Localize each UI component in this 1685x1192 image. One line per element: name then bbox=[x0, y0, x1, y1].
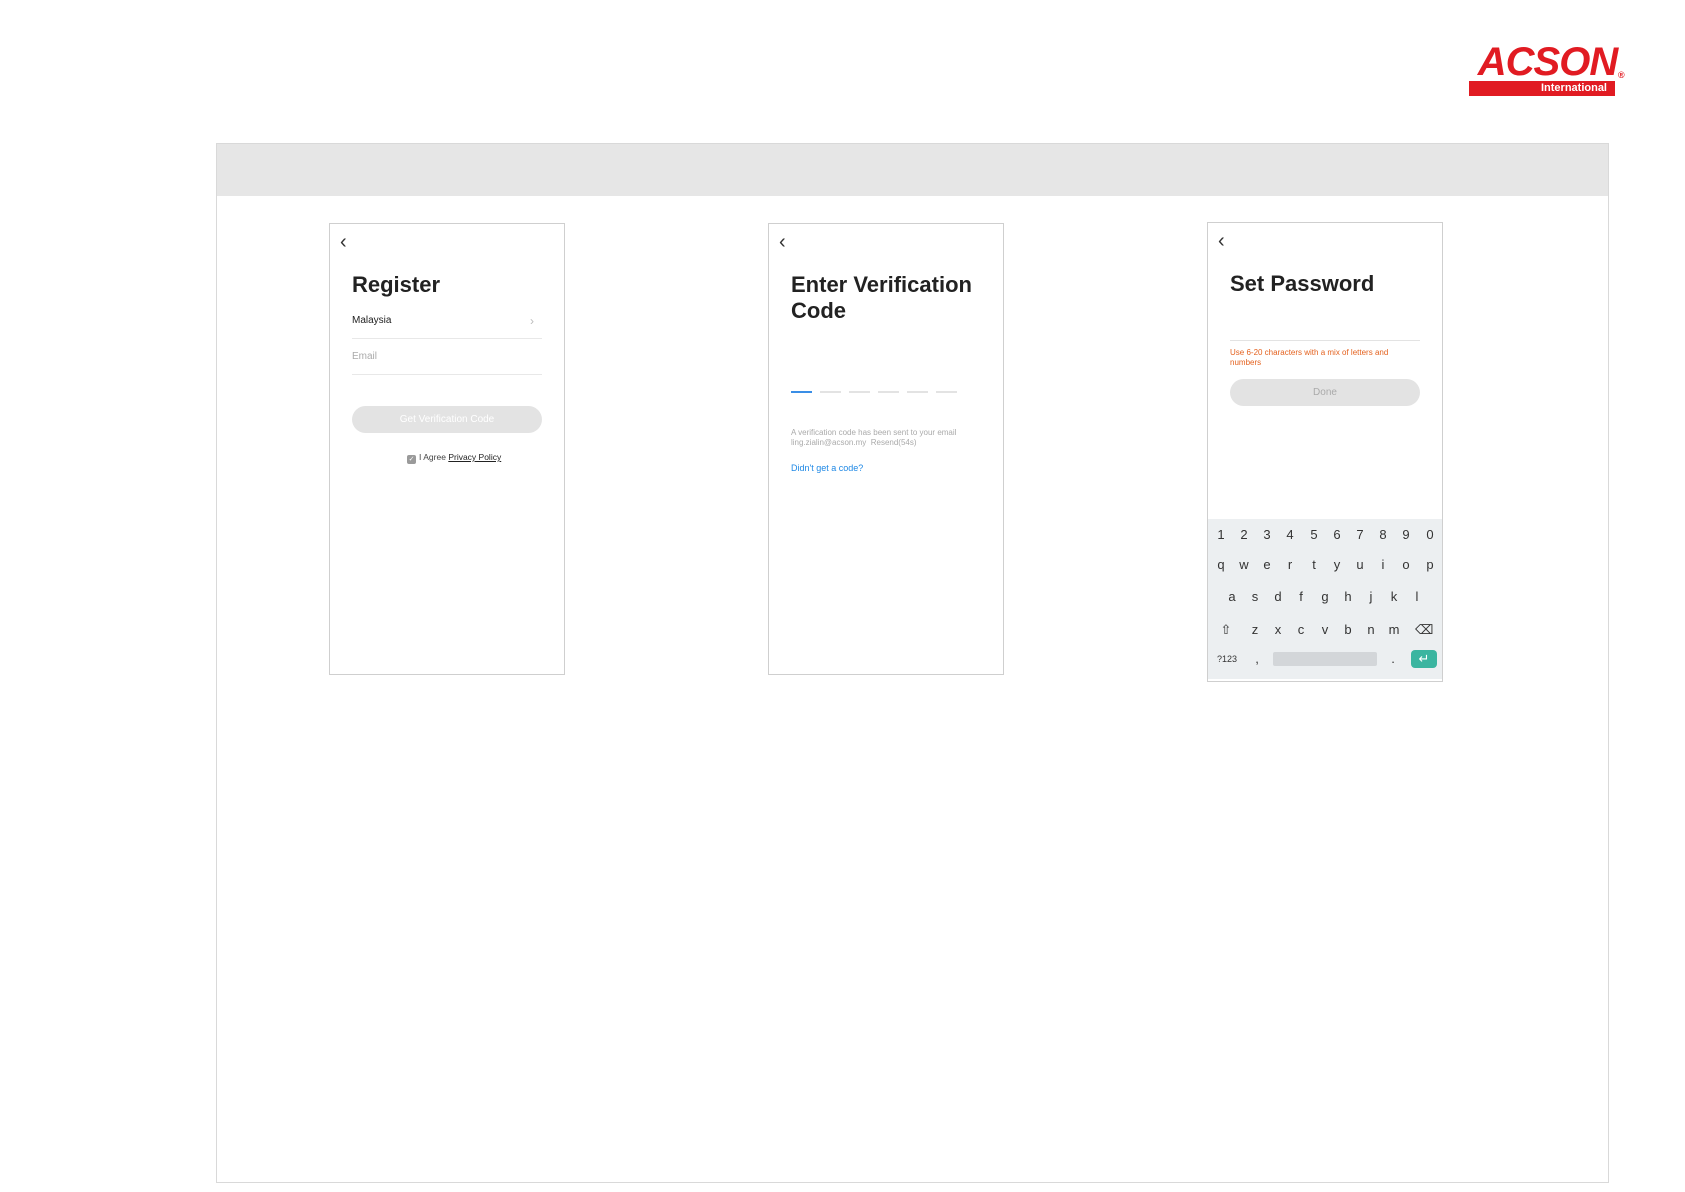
slide-frame: ‹ Register Malaysia › Email Get Verifica… bbox=[216, 143, 1609, 1183]
verification-email: ling.zialin@acson.my bbox=[791, 438, 867, 447]
country-selector[interactable]: Malaysia › bbox=[352, 304, 542, 339]
key[interactable]: e bbox=[1258, 553, 1276, 577]
key[interactable]: c bbox=[1292, 618, 1310, 642]
key[interactable]: 7 bbox=[1351, 523, 1369, 547]
keyboard-row-zxcv: ⇧ z x c v b n m ⌫ bbox=[1208, 618, 1442, 642]
agree-row: ✓ I Agree Privacy Policy bbox=[407, 452, 501, 464]
resend-countdown[interactable]: Resend(54s) bbox=[871, 438, 917, 447]
backspace-icon[interactable]: ⌫ bbox=[1415, 618, 1433, 642]
logo-registered-mark: ® bbox=[1618, 70, 1625, 80]
key[interactable]: p bbox=[1421, 553, 1439, 577]
code-slot bbox=[791, 391, 812, 393]
password-hint: Use 6-20 characters with a mix of letter… bbox=[1230, 348, 1389, 367]
chevron-left-icon[interactable]: ‹ bbox=[779, 232, 799, 252]
key[interactable]: , bbox=[1248, 647, 1266, 671]
frame-header-bar bbox=[217, 144, 1608, 196]
key[interactable]: u bbox=[1351, 553, 1369, 577]
key[interactable]: t bbox=[1305, 553, 1323, 577]
key[interactable]: 5 bbox=[1305, 523, 1323, 547]
key[interactable]: 3 bbox=[1258, 523, 1276, 547]
key[interactable]: 0 bbox=[1421, 523, 1439, 547]
key[interactable]: r bbox=[1281, 553, 1299, 577]
chevron-right-icon: › bbox=[530, 314, 534, 328]
key[interactable]: g bbox=[1316, 585, 1334, 609]
key[interactable]: 4 bbox=[1281, 523, 1299, 547]
chevron-left-icon[interactable]: ‹ bbox=[1218, 231, 1238, 251]
register-screen: ‹ Register Malaysia › Email Get Verifica… bbox=[329, 223, 565, 675]
verification-screen: ‹ Enter Verification Code A verification… bbox=[768, 223, 1004, 675]
shift-icon[interactable]: ⇧ bbox=[1217, 618, 1235, 642]
key[interactable]: l bbox=[1408, 585, 1426, 609]
key[interactable]: 2 bbox=[1235, 523, 1253, 547]
verification-info: A verification code has been sent to you… bbox=[791, 428, 991, 448]
key[interactable]: a bbox=[1223, 585, 1241, 609]
key[interactable]: 1 bbox=[1212, 523, 1230, 547]
enter-key-icon[interactable]: ↵ bbox=[1411, 650, 1437, 668]
key[interactable]: 8 bbox=[1374, 523, 1392, 547]
set-password-screen: ‹ Set Password Use 6-20 characters with … bbox=[1207, 222, 1443, 682]
key[interactable]: m bbox=[1385, 618, 1403, 642]
chevron-left-icon[interactable]: ‹ bbox=[340, 232, 360, 252]
acson-logo: ACSON International ® bbox=[1468, 40, 1627, 98]
get-verification-code-button[interactable]: Get Verification Code bbox=[352, 406, 542, 433]
key[interactable]: . bbox=[1384, 647, 1402, 671]
code-slot bbox=[907, 391, 928, 393]
key[interactable]: z bbox=[1246, 618, 1264, 642]
key[interactable]: h bbox=[1339, 585, 1357, 609]
key[interactable]: f bbox=[1292, 585, 1310, 609]
verification-title-line2: Code bbox=[791, 298, 846, 323]
key[interactable]: 6 bbox=[1328, 523, 1346, 547]
key[interactable]: j bbox=[1362, 585, 1380, 609]
password-field[interactable] bbox=[1230, 340, 1420, 341]
key[interactable]: y bbox=[1328, 553, 1346, 577]
keyboard-row-qwerty: q w e r t y u i o p bbox=[1208, 553, 1442, 577]
symbols-key[interactable]: ?123 bbox=[1214, 647, 1240, 671]
keyboard-row-bottom: ?123 , . ↵ bbox=[1208, 647, 1442, 671]
code-slot bbox=[849, 391, 870, 393]
email-field[interactable]: Email bbox=[352, 340, 542, 375]
register-title: Register bbox=[352, 272, 441, 297]
key[interactable]: n bbox=[1362, 618, 1380, 642]
agree-label: I Agree bbox=[419, 452, 446, 462]
done-button[interactable]: Done bbox=[1230, 379, 1420, 406]
key[interactable]: b bbox=[1339, 618, 1357, 642]
key[interactable]: w bbox=[1235, 553, 1253, 577]
didnt-get-code-link[interactable]: Didn't get a code? bbox=[791, 463, 863, 473]
key[interactable]: s bbox=[1246, 585, 1264, 609]
key[interactable]: i bbox=[1374, 553, 1392, 577]
logo-wordmark: ACSON bbox=[1477, 40, 1618, 84]
key[interactable]: x bbox=[1269, 618, 1287, 642]
code-slot bbox=[878, 391, 899, 393]
logo-subtitle: International bbox=[1469, 81, 1615, 96]
key[interactable]: o bbox=[1397, 553, 1415, 577]
key[interactable]: d bbox=[1269, 585, 1287, 609]
privacy-policy-link[interactable]: Privacy Policy bbox=[448, 452, 501, 462]
email-placeholder: Email bbox=[352, 351, 378, 362]
keyboard: 1 2 3 4 5 6 7 8 9 0 q w e r t y u i o p … bbox=[1208, 519, 1442, 679]
verification-title-line1: Enter Verification bbox=[791, 272, 972, 297]
checkbox-icon[interactable]: ✓ bbox=[407, 455, 416, 464]
country-value: Malaysia bbox=[352, 315, 392, 326]
key[interactable]: v bbox=[1316, 618, 1334, 642]
space-key[interactable] bbox=[1273, 652, 1377, 666]
key[interactable]: q bbox=[1212, 553, 1230, 577]
key[interactable]: 9 bbox=[1397, 523, 1415, 547]
verification-info-line1: A verification code has been sent to you… bbox=[791, 428, 957, 437]
set-password-title: Set Password bbox=[1230, 271, 1375, 296]
keyboard-number-row: 1 2 3 4 5 6 7 8 9 0 bbox=[1208, 523, 1442, 547]
code-slot bbox=[820, 391, 841, 393]
code-input[interactable] bbox=[791, 391, 961, 395]
keyboard-row-asdf: a s d f g h j k l bbox=[1208, 585, 1442, 609]
key[interactable]: k bbox=[1385, 585, 1403, 609]
code-slot bbox=[936, 391, 957, 393]
